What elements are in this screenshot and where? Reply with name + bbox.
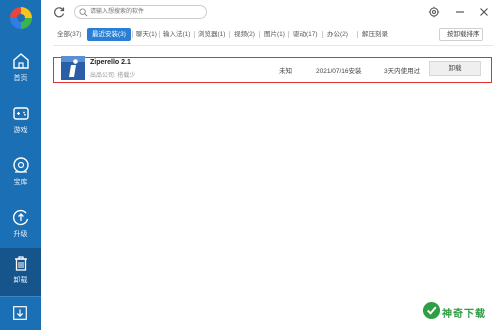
trash-icon — [14, 256, 27, 271]
app-install-date: 2021/07/16安装 — [316, 68, 362, 75]
upgrade-icon — [12, 209, 28, 226]
tab-office[interactable]: 办公(2) — [327, 28, 348, 41]
tab-drivers[interactable]: 驱动(17) — [293, 28, 318, 41]
vault-icon — [12, 157, 29, 173]
tab-separator — [288, 31, 289, 38]
tab-separator — [322, 31, 323, 38]
settings-icon[interactable] — [428, 6, 440, 18]
refresh-icon[interactable] — [53, 6, 65, 18]
tab-separator — [159, 31, 160, 38]
sidebar-item-label: 宝库 — [13, 179, 28, 186]
top-bar — [41, 0, 500, 26]
app-logo-icon — [10, 7, 32, 29]
tab-separator — [229, 31, 230, 38]
divider — [53, 45, 493, 46]
sidebar-item-label: 游戏 — [13, 127, 28, 134]
search-box[interactable] — [74, 5, 207, 19]
chevron-down-icon: ▾ — [474, 31, 478, 37]
tab-input-method[interactable]: 输入法(1) — [163, 28, 190, 41]
gamepad-icon — [12, 107, 29, 120]
tab-video[interactable]: 视频(2) — [234, 28, 255, 41]
search-icon — [79, 8, 88, 17]
sidebar: 首页 游戏 宝库 升级 卸载 — [0, 0, 41, 330]
download-icon — [13, 306, 27, 320]
tab-compress-burn[interactable]: 解压刻录 — [362, 28, 388, 41]
ziperello-app-icon — [61, 56, 85, 80]
watermark-text: 神奇下载 — [442, 309, 486, 320]
tab-separator — [259, 31, 260, 38]
table-row[interactable]: Ziperello 2.1 出品公司: 搭载少 未知 2021/07/16安装 … — [53, 56, 492, 83]
watermark: 神奇下载 — [420, 300, 496, 322]
sidebar-item-label: 首页 — [13, 75, 28, 82]
search-input[interactable] — [90, 7, 202, 17]
app-size: 未知 — [279, 68, 292, 75]
tab-separator — [194, 31, 195, 38]
uninstall-button[interactable]: 卸载 — [429, 61, 481, 76]
tab-chat[interactable]: 聊天(1) — [136, 28, 157, 41]
minimize-icon[interactable] — [454, 6, 466, 18]
app-name: Ziperello 2.1 — [90, 59, 131, 66]
sidebar-item-upgrade[interactable]: 升级 — [0, 202, 41, 248]
tab-all[interactable]: 全部(37) — [57, 28, 82, 41]
tab-images[interactable]: 图片(1) — [264, 28, 285, 41]
sort-dropdown[interactable]: 按卸载排序 ▾ — [439, 28, 483, 41]
sidebar-item-uninstall[interactable]: 卸载 — [0, 248, 41, 296]
app-last-used: 3天内使用过 — [384, 68, 421, 75]
download-manager-button[interactable] — [0, 296, 41, 330]
tab-browser[interactable]: 浏览器(1) — [198, 28, 225, 41]
tab-recent[interactable]: 最近安装(3) — [87, 28, 131, 41]
close-icon[interactable] — [478, 6, 490, 18]
sidebar-item-label: 卸载 — [13, 277, 28, 284]
tab-separator — [132, 31, 133, 38]
tab-separator — [357, 31, 358, 38]
home-icon — [12, 53, 29, 69]
app-publisher: 出品公司: 搭载少 — [90, 73, 136, 79]
scrollbar[interactable] — [494, 46, 498, 330]
sidebar-item-label: 升级 — [13, 231, 28, 238]
sidebar-item-games[interactable]: 游戏 — [0, 98, 41, 144]
sidebar-item-vault[interactable]: 宝库 — [0, 150, 41, 196]
watermark-logo-icon — [422, 301, 441, 320]
sidebar-item-home[interactable]: 首页 — [0, 46, 41, 92]
